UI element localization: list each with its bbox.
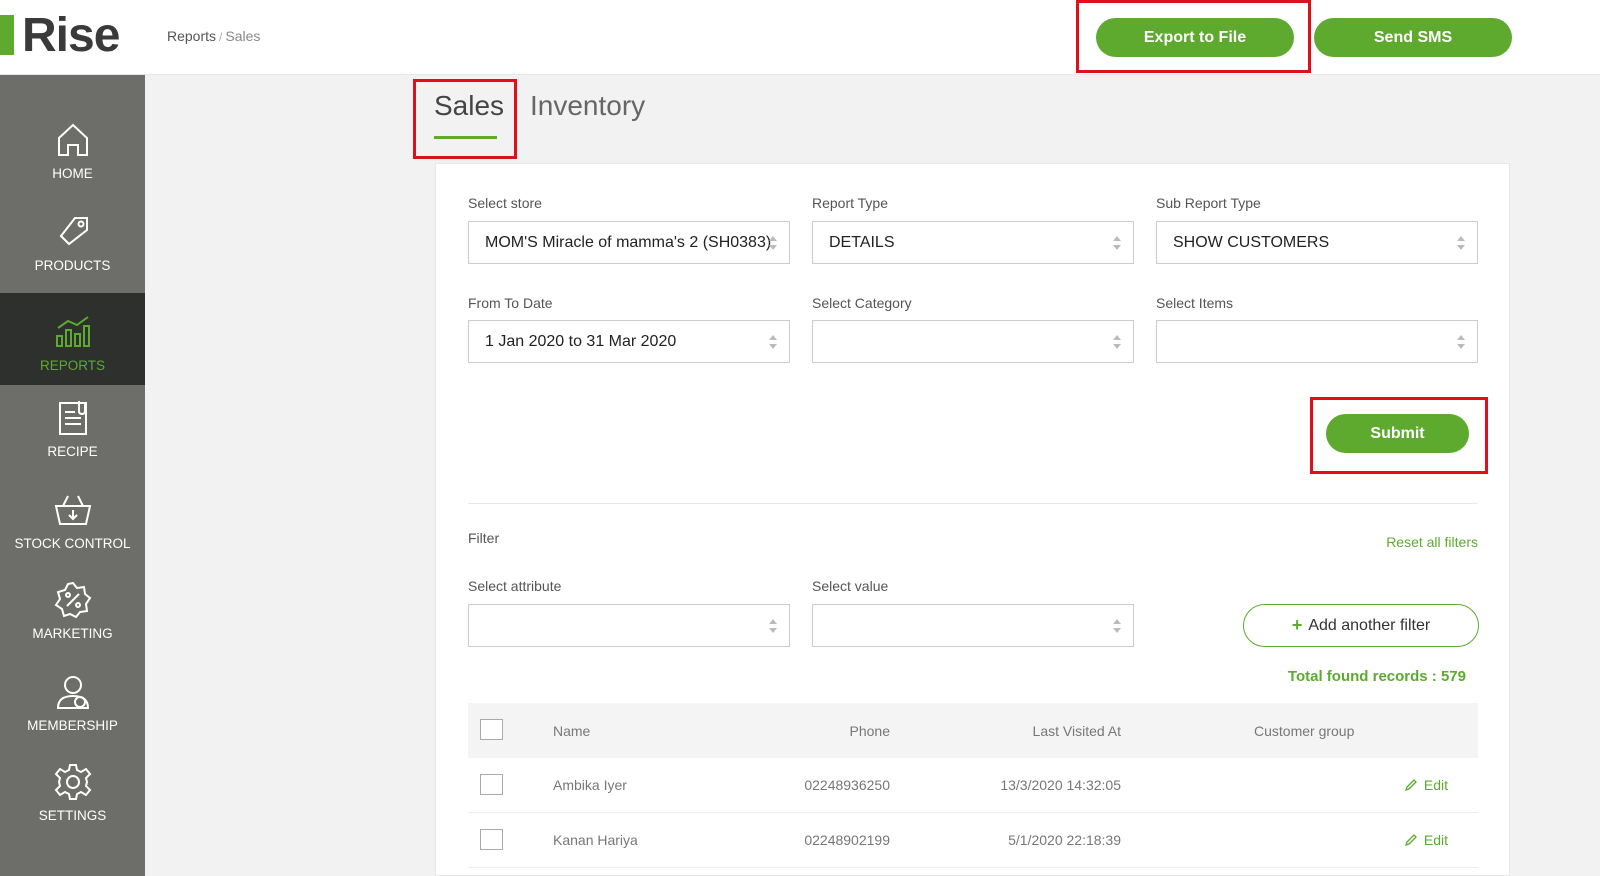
- customer-phone: 02248936250: [804, 777, 890, 793]
- select-category-dropdown[interactable]: [812, 320, 1134, 363]
- date-range-picker[interactable]: 1 Jan 2020 to 31 Mar 2020: [468, 320, 790, 363]
- select-value-label: Select value: [812, 578, 889, 594]
- sort-arrows-icon: [1457, 334, 1465, 350]
- tab-inventory[interactable]: Inventory: [530, 90, 645, 122]
- section-divider: [468, 503, 1478, 504]
- report-type-dropdown[interactable]: DETAILS: [812, 221, 1134, 264]
- sidebar-item-marketing[interactable]: MARKETING: [0, 580, 145, 650]
- edit-label: Edit: [1423, 777, 1448, 793]
- sidebar-item-stock-control[interactable]: STOCK CONTROL: [0, 490, 145, 560]
- table-row[interactable]: Ambika Iyer 02248936250 13/3/2020 14:32:…: [468, 758, 1478, 813]
- sidebar: HOME PRODUCTS REPORTS RECIPE STOCK CONTR…: [0, 75, 145, 876]
- tag-icon: [59, 217, 88, 246]
- rise-logo[interactable]: Rise: [0, 8, 120, 62]
- sidebar-item-label: MARKETING: [32, 626, 113, 641]
- basket-icon: [54, 495, 91, 525]
- reset-filters-link[interactable]: Reset all filters: [1300, 534, 1478, 550]
- select-store-dropdown[interactable]: MOM'S Miracle of mamma's 2 (SH0383): [468, 221, 790, 264]
- edit-button[interactable]: Edit: [1404, 777, 1448, 793]
- plus-icon: +: [1291, 615, 1303, 635]
- sidebar-item-label: MEMBERSHIP: [27, 718, 118, 733]
- last-visited: 13/3/2020 14:32:05: [1000, 777, 1121, 793]
- select-store-value: MOM'S Miracle of mamma's 2 (SH0383): [485, 233, 772, 251]
- date-range-value: 1 Jan 2020 to 31 Mar 2020: [485, 332, 677, 350]
- active-tab-indicator: [434, 136, 497, 139]
- select-store-label: Select store: [468, 195, 542, 211]
- export-to-file-button[interactable]: Export to File: [1096, 18, 1294, 57]
- column-last-visited[interactable]: Last Visited At: [921, 723, 1121, 739]
- select-attribute-dropdown[interactable]: [468, 604, 790, 647]
- sort-arrows-icon: [1113, 235, 1121, 251]
- sort-arrows-icon: [1113, 618, 1121, 634]
- sidebar-item-label: HOME: [52, 166, 93, 181]
- pencil-icon: [1404, 834, 1417, 847]
- sub-report-type-dropdown[interactable]: SHOW CUSTOMERS: [1156, 221, 1478, 264]
- select-all-checkbox[interactable]: [480, 719, 503, 740]
- sidebar-item-recipe[interactable]: RECIPE: [0, 398, 145, 468]
- pencil-icon: [1404, 779, 1417, 792]
- column-phone[interactable]: Phone: [690, 723, 890, 739]
- table-row[interactable]: Kanan Hariya 02248902199 5/1/2020 22:18:…: [468, 813, 1478, 868]
- sort-arrows-icon: [769, 334, 777, 350]
- sort-arrows-icon: [769, 618, 777, 634]
- customer-name: Ambika Iyer: [553, 777, 627, 793]
- chart-icon: [55, 316, 90, 347]
- submit-button[interactable]: Submit: [1326, 414, 1469, 453]
- home-icon: [57, 123, 88, 156]
- filter-title: Filter: [468, 530, 500, 546]
- row-checkbox[interactable]: [480, 829, 503, 850]
- send-sms-button[interactable]: Send SMS: [1314, 18, 1512, 57]
- report-type-value: DETAILS: [829, 233, 895, 251]
- add-filter-label: Add another filter: [1308, 616, 1431, 634]
- breadcrumb-current: Sales: [225, 28, 261, 44]
- row-checkbox[interactable]: [480, 774, 503, 795]
- add-filter-button[interactable]: + Add another filter: [1243, 604, 1479, 647]
- tab-sales[interactable]: Sales: [434, 90, 504, 122]
- table-header: Name Phone Last Visited At Customer grou…: [468, 703, 1478, 758]
- sort-arrows-icon: [1457, 235, 1465, 251]
- sidebar-item-home[interactable]: HOME: [0, 120, 145, 190]
- select-value-dropdown[interactable]: [812, 604, 1134, 647]
- sort-arrows-icon: [769, 235, 777, 251]
- report-type-label: Report Type: [812, 195, 889, 211]
- sidebar-item-reports[interactable]: REPORTS: [0, 293, 145, 385]
- sidebar-item-label: STOCK CONTROL: [14, 536, 131, 551]
- sidebar-item-membership[interactable]: MEMBERSHIP: [0, 672, 145, 742]
- edit-label: Edit: [1423, 832, 1448, 848]
- edit-button[interactable]: Edit: [1404, 832, 1448, 848]
- sidebar-item-label: REPORTS: [39, 358, 105, 373]
- percent-badge-icon: [54, 581, 91, 619]
- sort-arrows-icon: [1113, 334, 1121, 350]
- breadcrumb: Reports / Sales: [167, 28, 260, 44]
- recipe-icon: [58, 401, 87, 435]
- date-range-label: From To Date: [468, 295, 553, 311]
- select-category-label: Select Category: [812, 295, 912, 311]
- total-records: Total found records : 579: [1287, 668, 1466, 685]
- select-items-dropdown[interactable]: [1156, 320, 1478, 363]
- logo-mark: [0, 15, 14, 55]
- sidebar-item-label: RECIPE: [47, 444, 98, 459]
- sidebar-item-products[interactable]: PRODUCTS: [0, 212, 145, 282]
- customer-name: Kanan Hariya: [553, 832, 638, 848]
- select-items-label: Select Items: [1156, 295, 1234, 311]
- breadcrumb-separator: /: [219, 30, 223, 44]
- last-visited: 5/1/2020 22:18:39: [1008, 832, 1121, 848]
- sidebar-item-settings[interactable]: SETTINGS: [0, 762, 145, 832]
- sidebar-item-label: SETTINGS: [38, 808, 107, 823]
- customer-phone: 02248902199: [804, 832, 890, 848]
- select-attribute-label: Select attribute: [468, 578, 562, 594]
- sub-report-type-value: SHOW CUSTOMERS: [1173, 233, 1330, 251]
- breadcrumb-parent[interactable]: Reports: [167, 28, 216, 44]
- sub-report-type-label: Sub Report Type: [1156, 195, 1261, 211]
- column-name[interactable]: Name: [553, 723, 590, 739]
- sidebar-item-label: PRODUCTS: [34, 258, 111, 273]
- gear-icon: [54, 764, 91, 800]
- members-icon: [56, 676, 89, 709]
- logo-text: Rise: [22, 8, 120, 62]
- column-customer-group[interactable]: Customer group: [1254, 723, 1354, 739]
